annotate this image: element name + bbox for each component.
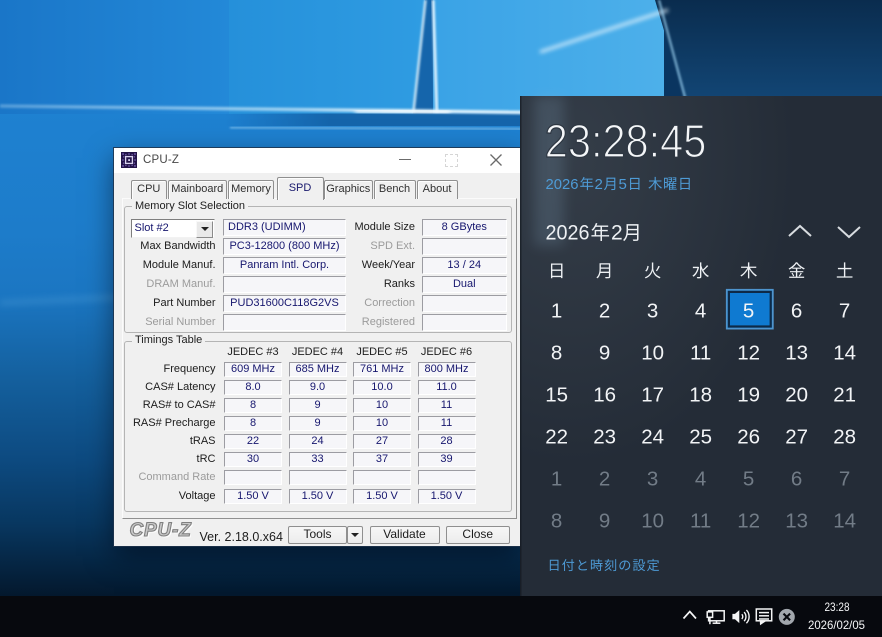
svg-text:3: 3 [647, 468, 658, 491]
svg-text:13: 13 [785, 342, 808, 365]
svg-text:15: 15 [545, 384, 568, 407]
svg-text:11: 11 [690, 510, 711, 533]
svg-text:23:28:45: 23:28:45 [545, 115, 707, 167]
svg-text:6: 6 [791, 468, 802, 491]
svg-text:13: 13 [785, 510, 808, 533]
svg-text:2026: 2026 [546, 176, 579, 193]
svg-text:4: 4 [695, 468, 706, 491]
svg-text:11: 11 [690, 342, 711, 365]
svg-text:9: 9 [599, 342, 610, 365]
svg-text:16: 16 [593, 384, 616, 407]
svg-text:5: 5 [743, 300, 754, 323]
svg-text:12: 12 [737, 342, 760, 365]
svg-text:4: 4 [695, 300, 706, 323]
svg-text:27: 27 [785, 426, 808, 449]
svg-text:25: 25 [689, 426, 712, 449]
svg-text:14: 14 [833, 510, 856, 533]
svg-text:2: 2 [599, 300, 610, 323]
svg-text:26: 26 [737, 426, 760, 449]
svg-text:2: 2 [595, 176, 603, 193]
svg-text:23:28: 23:28 [825, 600, 850, 614]
svg-text:12: 12 [737, 510, 760, 533]
svg-text:5: 5 [619, 176, 627, 193]
svg-text:18: 18 [689, 384, 712, 407]
svg-text:19: 19 [737, 384, 760, 407]
svg-text:3: 3 [647, 300, 658, 323]
svg-text:24: 24 [641, 426, 664, 449]
svg-text:10: 10 [641, 342, 664, 365]
svg-text:28: 28 [833, 426, 856, 449]
svg-text:7: 7 [839, 468, 850, 491]
svg-text:8: 8 [551, 510, 562, 533]
svg-text:21: 21 [833, 384, 856, 407]
svg-text:2026/02/05: 2026/02/05 [808, 618, 865, 632]
svg-text:5: 5 [743, 468, 754, 491]
svg-text:1: 1 [551, 300, 562, 323]
svg-text:2: 2 [599, 468, 610, 491]
svg-text:2: 2 [611, 222, 623, 245]
svg-text:6: 6 [791, 300, 802, 323]
svg-text:8: 8 [551, 342, 562, 365]
svg-text:1: 1 [551, 468, 562, 491]
svg-text:14: 14 [833, 342, 856, 365]
svg-text:20: 20 [785, 384, 808, 407]
svg-text:17: 17 [641, 384, 664, 407]
svg-text:2026: 2026 [546, 222, 590, 245]
svg-text:9: 9 [599, 510, 610, 533]
svg-text:7: 7 [839, 300, 850, 323]
svg-text:10: 10 [641, 510, 664, 533]
svg-text:22: 22 [545, 426, 568, 449]
svg-text:23: 23 [593, 426, 616, 449]
